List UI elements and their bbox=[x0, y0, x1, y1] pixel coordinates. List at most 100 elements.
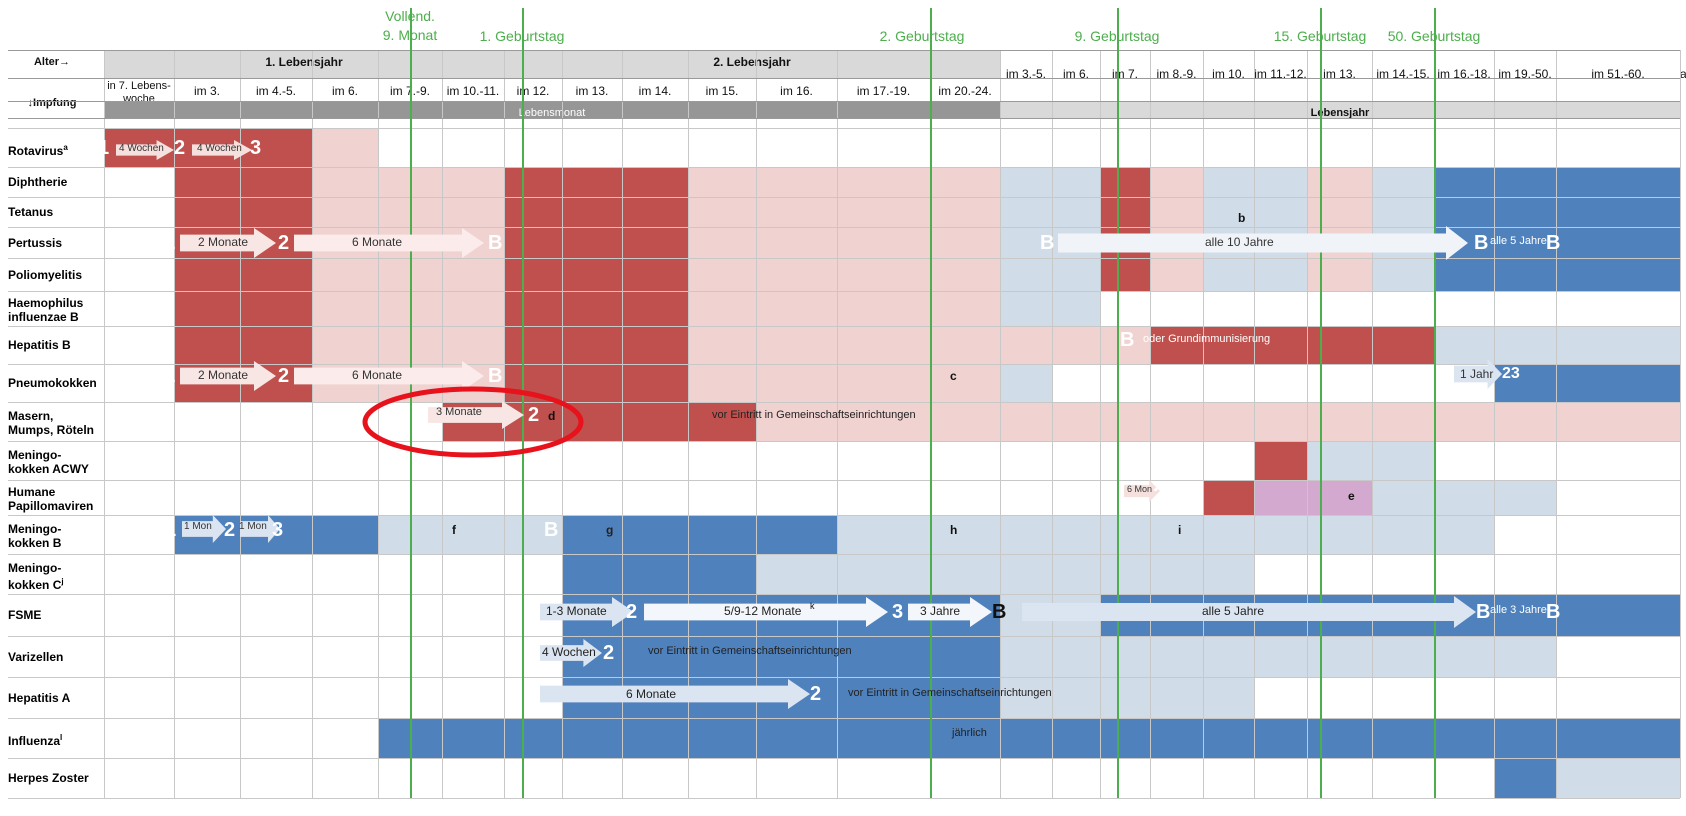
column-header: im 8.-9. bbox=[1156, 67, 1197, 81]
dose-marker: B bbox=[1040, 232, 1055, 254]
row-label: Haemophilus influenzae B bbox=[8, 295, 84, 324]
grid-line bbox=[8, 480, 1680, 481]
interval-label: 1-3 Monate bbox=[546, 604, 607, 618]
interval-label: 6 Monate bbox=[626, 687, 677, 701]
dose-marker: 1 bbox=[164, 365, 176, 387]
interval-label: vor Eintritt in Gemeinschaftseinrichtung… bbox=[848, 687, 1052, 699]
menb-fill bbox=[378, 515, 562, 554]
interval-label: 4 Wochen bbox=[119, 143, 164, 154]
grid-line bbox=[1680, 50, 1681, 798]
grid-line bbox=[240, 50, 241, 798]
hpv-fill bbox=[1372, 480, 1556, 515]
grid-line bbox=[8, 291, 1680, 292]
row-label: Hepatitis B bbox=[8, 338, 71, 352]
herpes-fill bbox=[1556, 758, 1680, 798]
row-label: Tetanus bbox=[8, 205, 54, 219]
interval-label: 2 Monate bbox=[198, 235, 249, 249]
grid-line bbox=[8, 718, 1680, 719]
grid-line bbox=[8, 197, 1680, 198]
pneumo-fill bbox=[1000, 364, 1052, 402]
grid-line bbox=[8, 101, 1680, 102]
dose-marker: 1 bbox=[165, 519, 177, 541]
lebensjahr-header-bg bbox=[104, 50, 1000, 78]
grid-line bbox=[8, 78, 1680, 79]
interval-label: oder Grundimmunisierung bbox=[1143, 333, 1271, 345]
column-header: im 6. bbox=[1062, 67, 1089, 81]
column-header: im 3. bbox=[193, 84, 220, 98]
interval-label: vor Eintritt in Gemeinschaftseinrichtung… bbox=[712, 409, 916, 421]
dose-marker: 2 bbox=[174, 137, 186, 159]
dose-marker: B bbox=[1546, 601, 1561, 623]
footnote-marker: g bbox=[606, 523, 614, 537]
dose-marker: 2 bbox=[1153, 484, 1165, 506]
column-header: im 12. bbox=[516, 84, 550, 98]
grid-line bbox=[1203, 50, 1204, 798]
row-label: Meningo-kokken Cj bbox=[8, 561, 64, 592]
column-header: im 51.-60. bbox=[1591, 67, 1645, 81]
dose-marker: 23 bbox=[1502, 365, 1520, 382]
milestone-line bbox=[1320, 8, 1322, 798]
row-label: Masern, Mumps, Röteln bbox=[8, 408, 94, 437]
dose-marker: B bbox=[1474, 232, 1489, 254]
interval-label: vor Eintritt in Gemeinschaftseinrichtung… bbox=[648, 645, 852, 657]
grid-line bbox=[8, 636, 1680, 637]
interval-label: 5/9-12 Monate bbox=[724, 604, 802, 618]
interval-label: 6 Mon bbox=[1127, 484, 1153, 494]
dtp-fill bbox=[688, 167, 1000, 402]
footnote-superscript: k bbox=[810, 601, 815, 611]
highlight-ellipse bbox=[362, 386, 584, 458]
column-header: im 15. bbox=[705, 84, 739, 98]
column-header: im 13. bbox=[575, 84, 609, 98]
dose-marker: B bbox=[1120, 329, 1135, 351]
milestone-line bbox=[1434, 8, 1436, 798]
column-header: im 19.-50. bbox=[1498, 67, 1552, 81]
column-header: im 20.-24. bbox=[938, 84, 992, 98]
interval-label: alle 5 Jahre bbox=[1202, 604, 1265, 618]
grid-line bbox=[8, 441, 1680, 442]
row-label: Poliomyelitis bbox=[8, 267, 83, 282]
grid-line bbox=[8, 798, 1680, 799]
dose-marker: 1 bbox=[524, 601, 536, 623]
row-label: FSME bbox=[8, 608, 42, 622]
milestone-label: 2. Geburtstag bbox=[879, 28, 965, 44]
dose-marker: 1 bbox=[1209, 439, 1221, 461]
row-label: Rotavirusa bbox=[8, 142, 68, 158]
herpes-fill bbox=[1494, 758, 1556, 798]
interval-label: 3 Jahre bbox=[920, 604, 961, 618]
milestone-line bbox=[930, 8, 932, 798]
milestone-label: 15. Geburtstag bbox=[1273, 28, 1367, 44]
milestone-label: 9. Geburtstag bbox=[1074, 28, 1160, 44]
row-label: Hepatitis A bbox=[8, 690, 71, 705]
var-fill bbox=[1000, 636, 1556, 677]
dtp-fill bbox=[1434, 167, 1680, 291]
menc-fill bbox=[756, 554, 1254, 594]
grid-line bbox=[1494, 50, 1495, 798]
column-header: in 7. Lebens-woche bbox=[107, 80, 171, 105]
corner-label-vaccine: ↓Impfung bbox=[27, 97, 77, 109]
interval-label: 2 Monate bbox=[198, 368, 249, 382]
grid-line bbox=[104, 50, 105, 798]
grid-line bbox=[8, 128, 1680, 129]
column-header: im 13. bbox=[1323, 67, 1356, 81]
interval-label: 6 Monate bbox=[352, 368, 403, 382]
grid-line bbox=[8, 594, 1680, 595]
milestone-line bbox=[1117, 8, 1119, 798]
row-label-superscript: l bbox=[60, 733, 63, 742]
dose-marker: B bbox=[992, 601, 1007, 623]
interval-label: 1 Mon bbox=[184, 521, 212, 532]
row-label: Meningo-kokken ACWY bbox=[8, 447, 89, 476]
column-header: im 10. bbox=[1212, 67, 1245, 81]
interval-label: 1 Mon bbox=[239, 521, 267, 532]
acwy-fill bbox=[1254, 441, 1307, 480]
milestone-label: 50. Geburtstag bbox=[1387, 28, 1481, 44]
grid-line bbox=[8, 554, 1680, 555]
dose-marker: 2 bbox=[278, 365, 290, 387]
footnote-marker: c bbox=[950, 369, 957, 383]
menc-fill bbox=[562, 554, 756, 594]
dose-marker: 2 bbox=[603, 642, 615, 664]
row-label: Diphtherie bbox=[8, 175, 68, 189]
column-header: im 7. bbox=[1111, 67, 1138, 81]
grid-line bbox=[1000, 50, 1001, 798]
grid-line bbox=[312, 50, 313, 798]
grid-line bbox=[8, 758, 1680, 759]
